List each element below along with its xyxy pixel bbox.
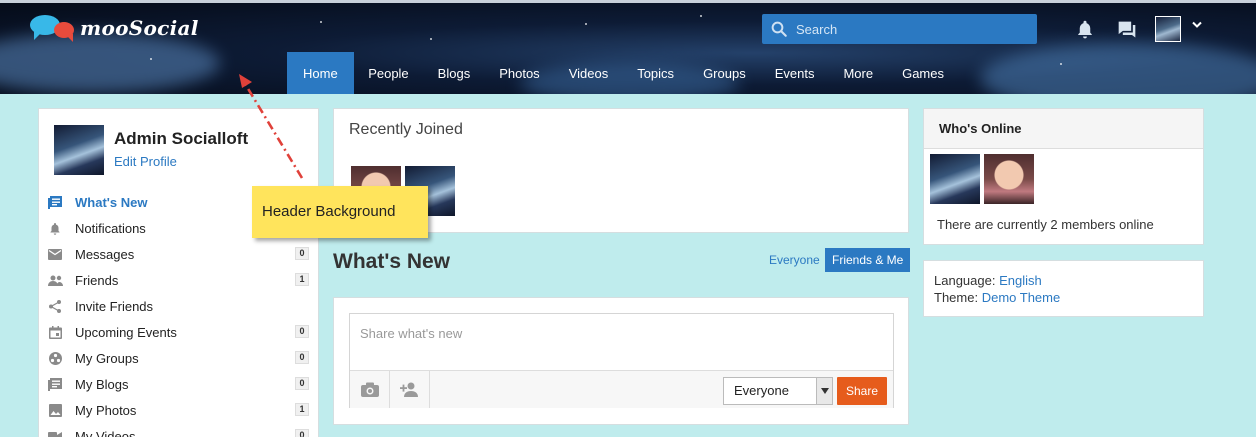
site-logo[interactable]: mooSocial xyxy=(30,13,199,43)
search-icon xyxy=(771,21,787,37)
sidebar-item-my-videos[interactable]: My Videos 0 xyxy=(47,423,312,437)
online-member-thumbnail[interactable] xyxy=(984,154,1034,204)
online-member-thumbnail[interactable] xyxy=(930,154,980,204)
star-decor xyxy=(585,23,587,25)
sidebar-item-invite-friends[interactable]: Invite Friends xyxy=(47,293,312,319)
star-decor xyxy=(700,15,702,17)
sidebar-item-label: My Groups xyxy=(75,350,139,366)
add-person-icon xyxy=(399,382,418,397)
count-badge: 0 xyxy=(295,351,309,364)
recently-joined-title: Recently Joined xyxy=(349,121,463,138)
logo-bubbles-icon xyxy=(30,13,76,43)
profile-name[interactable]: Admin Socialloft xyxy=(114,129,248,149)
whats-new-title: What's New xyxy=(333,250,451,273)
chat-icon[interactable] xyxy=(1116,20,1138,40)
nav-topics[interactable]: Topics xyxy=(623,52,689,94)
settings-panel: Language: English Theme: Demo Theme xyxy=(923,260,1204,317)
composer-box[interactable]: Share what's new Everyone Share xyxy=(349,313,894,408)
select-arrow xyxy=(816,378,832,404)
nav-groups[interactable]: Groups xyxy=(689,52,761,94)
logo-text: mooSocial xyxy=(80,16,199,40)
sidebar-item-label: Invite Friends xyxy=(75,298,154,314)
search-bar[interactable] xyxy=(762,14,1037,44)
sidebar-item-label: My Photos xyxy=(75,402,137,418)
nav-games[interactable]: Games xyxy=(888,52,959,94)
annotation-note: Header Background xyxy=(252,186,428,238)
annotation-arrow xyxy=(239,74,304,179)
star-decor xyxy=(1060,63,1062,65)
star-decor xyxy=(430,38,432,40)
count-badge: 0 xyxy=(295,429,309,437)
composer-panel: Share what's new Everyone Share xyxy=(333,297,909,425)
edit-profile-link[interactable]: Edit Profile xyxy=(114,154,177,169)
header: mooSocial Home People Blogs Photos Video… xyxy=(0,0,1256,94)
chevron-down-icon[interactable] xyxy=(1192,21,1202,29)
language-label: Language: xyxy=(934,273,996,288)
theme-row: Theme: Demo Theme xyxy=(934,290,1060,305)
avatar[interactable] xyxy=(1155,16,1181,42)
envelope-icon xyxy=(48,248,62,260)
camera-icon xyxy=(360,382,379,397)
tag-friends-button[interactable] xyxy=(390,371,430,408)
nav-blogs[interactable]: Blogs xyxy=(423,52,485,94)
language-link[interactable]: English xyxy=(999,273,1042,288)
sidebar-item-label: Messages xyxy=(75,246,135,262)
star-decor xyxy=(320,21,322,23)
sidebar-item-label: Notifications xyxy=(75,220,146,236)
sidebar-item-label: What's New xyxy=(75,194,148,210)
online-count-text: There are currently 2 members online xyxy=(937,217,1154,232)
star-decor xyxy=(150,58,152,60)
calendar-icon xyxy=(48,325,62,339)
count-badge: 0 xyxy=(295,325,309,338)
nav-more[interactable]: More xyxy=(829,52,888,94)
sidebar-item-label: My Videos xyxy=(75,428,136,437)
theme-link[interactable]: Demo Theme xyxy=(982,290,1061,305)
filter-friends-button[interactable]: Friends & Me xyxy=(825,248,911,272)
sidebar-item-messages[interactable]: Messages 0 xyxy=(47,241,312,267)
privacy-select-value: Everyone xyxy=(734,383,789,398)
whos-online-panel: Who's Online There are currently 2 membe… xyxy=(923,108,1204,245)
nav-photos[interactable]: Photos xyxy=(485,52,554,94)
language-row: Language: English xyxy=(934,273,1042,288)
count-badge: 1 xyxy=(295,403,309,416)
nebula-decor xyxy=(980,43,1256,94)
nav-videos[interactable]: Videos xyxy=(554,52,623,94)
share-icon xyxy=(49,299,61,313)
count-badge: 0 xyxy=(295,377,309,390)
profile-avatar[interactable] xyxy=(54,125,104,175)
video-icon xyxy=(48,431,62,437)
composer-input[interactable]: Share what's new xyxy=(360,326,462,341)
sidebar-item-label: Friends xyxy=(75,272,119,288)
sidebar-item-friends[interactable]: Friends 1 xyxy=(47,267,312,293)
composer-toolbar: Everyone Share xyxy=(350,370,893,408)
filter-everyone-link[interactable]: Everyone xyxy=(769,253,820,267)
photo-icon xyxy=(48,403,62,417)
blog-icon xyxy=(48,377,62,391)
bell-icon xyxy=(50,222,60,235)
count-badge: 0 xyxy=(295,247,309,260)
privacy-select[interactable]: Everyone xyxy=(723,377,833,405)
group-icon xyxy=(48,351,62,365)
nav-people[interactable]: People xyxy=(354,52,423,94)
nav-events[interactable]: Events xyxy=(760,52,829,94)
people-icon xyxy=(47,275,63,286)
news-feed-icon xyxy=(48,195,62,209)
search-input[interactable] xyxy=(796,21,1026,37)
sidebar-item-upcoming-events[interactable]: Upcoming Events 0 xyxy=(47,319,312,345)
share-button[interactable]: Share xyxy=(837,377,887,405)
sidebar-item-my-photos[interactable]: My Photos 1 xyxy=(47,397,312,423)
bell-icon[interactable] xyxy=(1076,19,1094,39)
count-badge: 1 xyxy=(295,273,309,286)
sidebar-item-label: Upcoming Events xyxy=(75,324,177,340)
add-photo-button[interactable] xyxy=(350,371,390,408)
main-nav: Home People Blogs Photos Videos Topics G… xyxy=(287,52,958,94)
sidebar-item-my-groups[interactable]: My Groups 0 xyxy=(47,345,312,371)
whos-online-title: Who's Online xyxy=(924,109,1203,149)
theme-label: Theme: xyxy=(934,290,979,305)
chevron-down-icon xyxy=(820,388,829,394)
sidebar-item-label: My Blogs xyxy=(75,376,129,392)
sidebar-item-my-blogs[interactable]: My Blogs 0 xyxy=(47,371,312,397)
